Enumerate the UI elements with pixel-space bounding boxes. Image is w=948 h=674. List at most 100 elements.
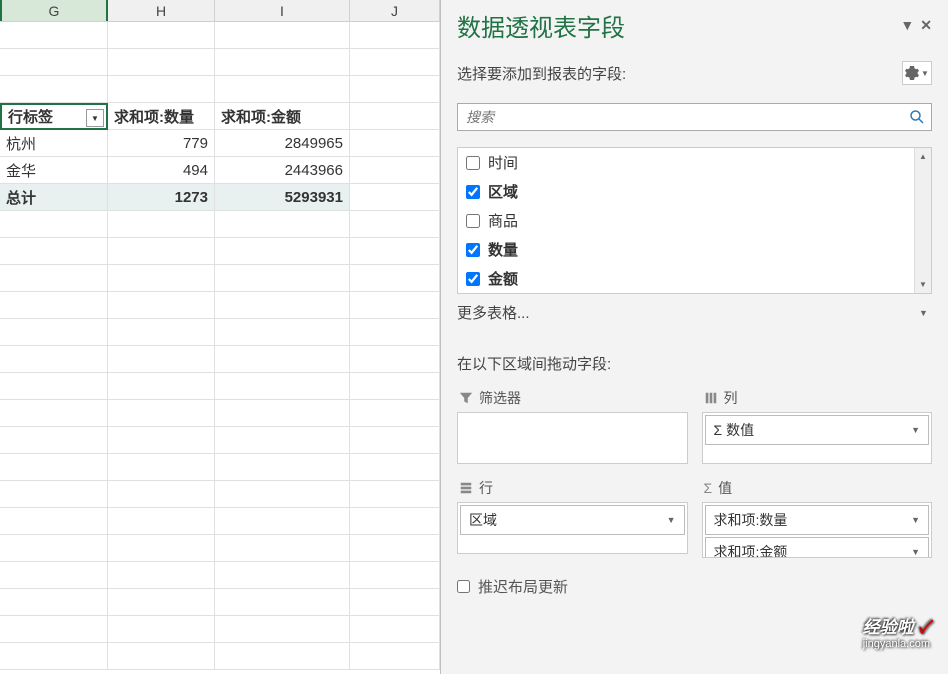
rows-dropbox[interactable]: 区域 ▼ <box>457 502 688 554</box>
field-item-region[interactable]: 区域 <box>458 177 931 206</box>
cell[interactable] <box>215 535 350 562</box>
field-item-qty[interactable]: 数量 <box>458 235 931 264</box>
cell[interactable] <box>108 319 215 346</box>
cell[interactable] <box>0 22 108 49</box>
close-icon[interactable]: ✕ <box>920 17 932 34</box>
cell[interactable] <box>215 49 350 76</box>
cell[interactable] <box>108 400 215 427</box>
cell[interactable] <box>108 643 215 670</box>
gear-button[interactable]: ▼ <box>902 61 932 85</box>
cell[interactable] <box>0 319 108 346</box>
total-amount[interactable]: 5293931 <box>215 184 350 211</box>
cell[interactable] <box>350 184 440 211</box>
cell[interactable] <box>0 508 108 535</box>
cell[interactable] <box>108 211 215 238</box>
data-cell[interactable]: 494 <box>108 157 215 184</box>
cell[interactable] <box>215 481 350 508</box>
cell[interactable] <box>215 508 350 535</box>
cell[interactable] <box>215 346 350 373</box>
cell[interactable] <box>108 346 215 373</box>
col-header-H[interactable]: H <box>108 0 215 21</box>
cell[interactable] <box>350 130 440 157</box>
cell[interactable] <box>215 319 350 346</box>
cell[interactable] <box>0 535 108 562</box>
cell[interactable] <box>350 76 440 103</box>
cell[interactable] <box>0 49 108 76</box>
cell[interactable] <box>0 643 108 670</box>
data-cell[interactable]: 779 <box>108 130 215 157</box>
row-item-region[interactable]: 区域 ▼ <box>460 505 685 535</box>
cell[interactable] <box>0 481 108 508</box>
field-item-time[interactable]: 时间 <box>458 148 931 177</box>
cell[interactable] <box>215 589 350 616</box>
field-checkbox[interactable] <box>466 185 480 199</box>
field-checkbox[interactable] <box>466 156 480 170</box>
field-checkbox[interactable] <box>466 272 480 286</box>
cell[interactable] <box>350 49 440 76</box>
data-cell[interactable]: 2849965 <box>215 130 350 157</box>
row-label-dropdown[interactable]: ▼ <box>86 109 104 127</box>
cell[interactable] <box>0 589 108 616</box>
cell[interactable] <box>0 562 108 589</box>
cell[interactable] <box>350 454 440 481</box>
cell[interactable] <box>350 346 440 373</box>
total-label[interactable]: 总计 <box>0 184 108 211</box>
cell[interactable] <box>350 373 440 400</box>
cell[interactable] <box>0 616 108 643</box>
pivot-amount-header[interactable]: 求和项:金额 <box>215 103 350 130</box>
cell[interactable] <box>108 373 215 400</box>
field-item-product[interactable]: 商品 <box>458 206 931 235</box>
cell[interactable] <box>108 589 215 616</box>
col-header-I[interactable]: I <box>215 0 350 21</box>
cell[interactable] <box>215 76 350 103</box>
cell[interactable] <box>215 454 350 481</box>
cell[interactable] <box>215 292 350 319</box>
pivot-qty-header[interactable]: 求和项:数量 <box>108 103 215 130</box>
cell[interactable] <box>215 562 350 589</box>
cell[interactable] <box>108 238 215 265</box>
cell[interactable] <box>108 535 215 562</box>
cell[interactable] <box>215 373 350 400</box>
cell[interactable] <box>108 76 215 103</box>
values-dropbox[interactable]: 求和项:数量 ▼ 求和项:金额 ▼ ▲ ▼ <box>702 502 933 558</box>
cell[interactable] <box>350 319 440 346</box>
more-tables-link[interactable]: 更多表格... ▼ <box>441 294 948 331</box>
search-icon[interactable] <box>903 109 931 125</box>
cell[interactable] <box>0 373 108 400</box>
cell[interactable] <box>215 265 350 292</box>
cell[interactable] <box>215 211 350 238</box>
cell[interactable] <box>108 562 215 589</box>
cell[interactable] <box>350 427 440 454</box>
scroll-up-icon[interactable]: ▲ <box>915 148 931 165</box>
data-cell[interactable]: 2443966 <box>215 157 350 184</box>
cell[interactable] <box>350 535 440 562</box>
chevron-down-icon[interactable]: ▼ <box>900 17 914 34</box>
data-cell[interactable]: 金华 <box>0 157 108 184</box>
cell[interactable] <box>108 454 215 481</box>
cell[interactable] <box>0 292 108 319</box>
cell[interactable] <box>0 211 108 238</box>
cell[interactable] <box>108 616 215 643</box>
cell[interactable] <box>350 211 440 238</box>
cell[interactable] <box>0 427 108 454</box>
cell[interactable] <box>350 616 440 643</box>
cell[interactable] <box>350 157 440 184</box>
search-input[interactable] <box>458 109 903 125</box>
column-item-values[interactable]: Σ 数值 ▼ <box>705 415 930 445</box>
cell[interactable] <box>215 238 350 265</box>
cell[interactable] <box>350 589 440 616</box>
data-cell[interactable]: 杭州 <box>0 130 108 157</box>
cell[interactable] <box>215 643 350 670</box>
cell[interactable] <box>0 400 108 427</box>
cell[interactable] <box>215 616 350 643</box>
field-checkbox[interactable] <box>466 214 480 228</box>
cell[interactable] <box>350 292 440 319</box>
pivot-row-label-header[interactable]: 行标签 ▼ <box>0 103 108 130</box>
cell[interactable] <box>108 481 215 508</box>
total-qty[interactable]: 1273 <box>108 184 215 211</box>
cell[interactable] <box>108 265 215 292</box>
filter-dropbox[interactable] <box>457 412 688 464</box>
cell[interactable] <box>215 427 350 454</box>
chevron-down-icon[interactable]: ▼ <box>915 308 932 318</box>
cell[interactable] <box>350 238 440 265</box>
